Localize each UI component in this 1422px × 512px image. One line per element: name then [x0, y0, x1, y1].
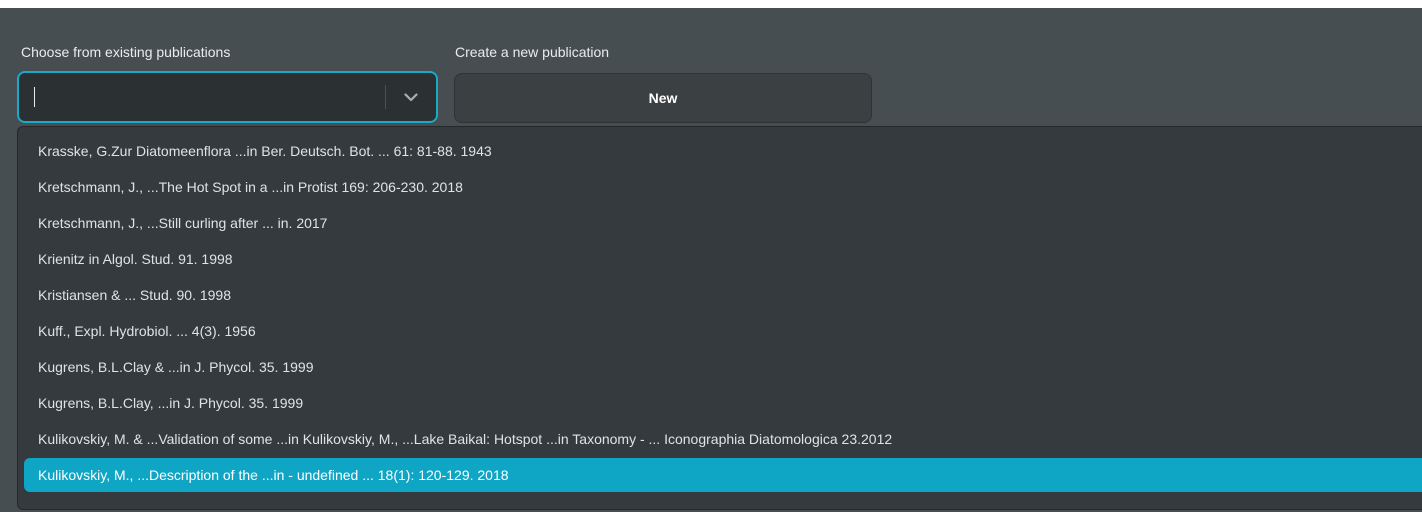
dropdown-toggle[interactable] — [386, 73, 436, 121]
publication-option[interactable]: Kristiansen & ... Stud. 90. 1998 — [24, 278, 1422, 312]
publication-option[interactable]: Kugrens, B.L.Clay, ...in J. Phycol. 35. … — [24, 386, 1422, 420]
publication-option[interactable]: Krienitz in Algol. Stud. 91. 1998 — [24, 242, 1422, 276]
existing-publications-combobox[interactable] — [17, 71, 438, 123]
publication-option[interactable]: Kretschmann, J., ...Still curling after … — [24, 206, 1422, 240]
text-cursor — [34, 87, 35, 107]
selected-publication-option[interactable]: Kulikovskiy, M., ...Description of the .… — [24, 458, 1422, 492]
publications-dropdown-list: Krasske, G.Zur Diatomeenflora ...in Ber.… — [17, 126, 1422, 510]
publication-option[interactable]: Kulikovskiy, M. & ...Validation of some … — [24, 422, 1422, 456]
publication-option[interactable]: Kretschmann, J., ...The Hot Spot in a ..… — [24, 170, 1422, 204]
existing-publications-label: Choose from existing publications — [21, 44, 231, 60]
chevron-down-icon — [404, 92, 418, 101]
create-publication-label: Create a new publication — [455, 44, 610, 60]
new-publication-button[interactable]: New — [454, 73, 872, 123]
publication-option[interactable]: Krasske, G.Zur Diatomeenflora ...in Ber.… — [24, 134, 1422, 168]
publication-option[interactable]: Kuff., Expl. Hydrobiol. ... 4(3). 1956 — [24, 314, 1422, 348]
publication-option[interactable]: Kugrens, B.L.Clay & ...in J. Phycol. 35.… — [24, 350, 1422, 384]
publication-panel: Choose from existing publications Create… — [0, 8, 1422, 512]
